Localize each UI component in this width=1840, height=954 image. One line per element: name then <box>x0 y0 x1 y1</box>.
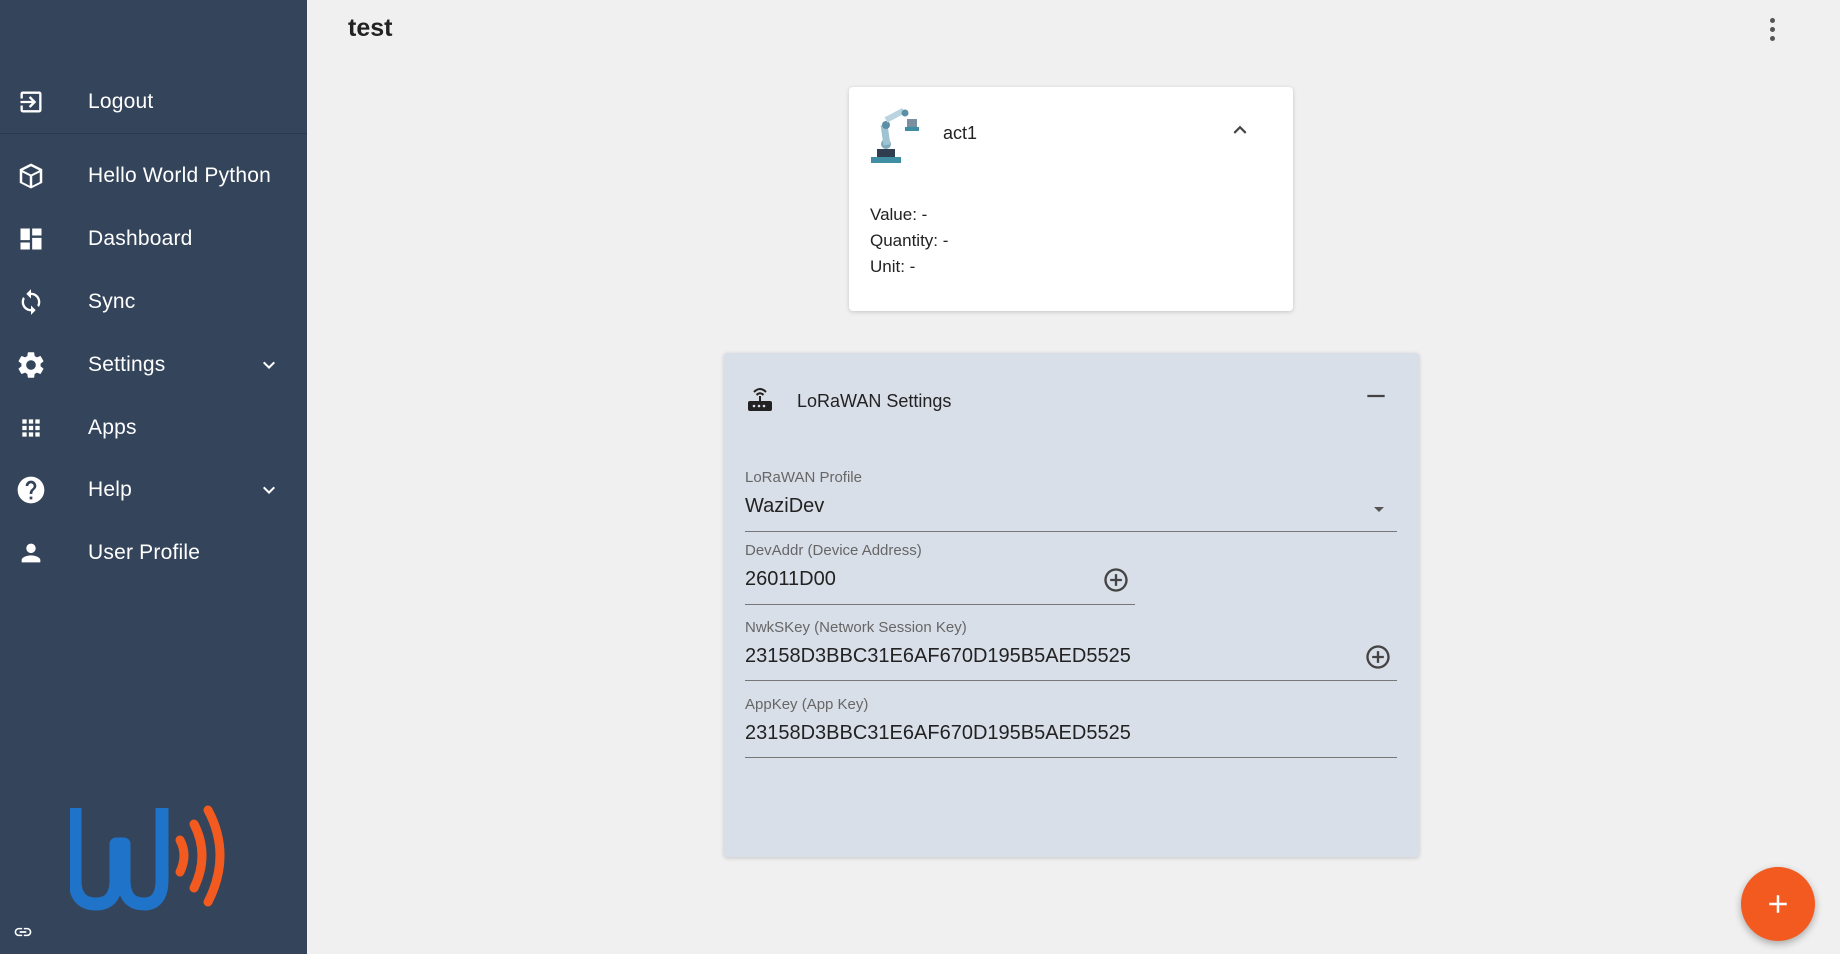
sidebar-item-user-profile[interactable]: User Profile <box>0 524 307 582</box>
sidebar-item-label: Dashboard <box>88 227 193 250</box>
sidebar-item-settings[interactable]: Settings <box>0 336 307 394</box>
field-label: NwkSKey (Network Session Key) <box>745 619 967 636</box>
sidebar-item-hello-world-python[interactable]: Hello World Python <box>0 147 307 205</box>
appkey-field[interactable]: AppKey (App Key) 23158D3BBC31E6AF670D195… <box>745 696 1397 766</box>
add-circle-icon[interactable] <box>1364 643 1392 671</box>
sidebar-item-sync[interactable]: Sync <box>0 273 307 331</box>
field-underline <box>745 604 1135 605</box>
sidebar-item-dashboard[interactable]: Dashboard <box>0 210 307 268</box>
sidebar-item-label: Settings <box>88 353 166 376</box>
sidebar-item-help[interactable]: Help <box>0 461 307 519</box>
gear-icon <box>15 349 47 381</box>
chevron-up-icon[interactable] <box>1227 117 1253 143</box>
add-circle-icon[interactable] <box>1102 566 1130 594</box>
dashboard-icon <box>15 223 47 255</box>
field-label: LoRaWAN Profile <box>745 469 862 486</box>
actuator-card: act1 Value: - Quantity: - Unit: - <box>849 87 1293 311</box>
sync-icon <box>15 286 47 318</box>
lorawan-settings-card: LoRaWAN Settings LoRaWAN Profile WaziDev… <box>724 353 1419 857</box>
link-icon[interactable] <box>10 922 36 942</box>
person-icon <box>15 537 47 569</box>
actuator-quantity: Quantity: - <box>870 231 949 250</box>
cube-icon <box>15 160 47 192</box>
chevron-down-icon[interactable] <box>257 478 281 502</box>
field-underline <box>745 531 1397 532</box>
sidebar-item-label: Logout <box>88 90 154 113</box>
plus-icon <box>1769 895 1787 913</box>
devaddr-field[interactable]: DevAddr (Device Address) 26011D00 <box>745 542 1135 612</box>
dropdown-arrow-icon[interactable] <box>1367 497 1391 521</box>
field-value[interactable]: 26011D00 <box>745 568 836 591</box>
sidebar-item-logout[interactable]: Logout <box>0 73 307 131</box>
sidebar: Logout Hello World Python Dashboard Sync… <box>0 0 307 954</box>
lorawan-title: LoRaWAN Settings <box>797 391 952 411</box>
logout-icon <box>15 86 47 118</box>
actuator-unit: Unit: - <box>870 257 916 276</box>
more-options-icon[interactable] <box>1760 14 1784 44</box>
apps-grid-icon <box>15 412 47 444</box>
sidebar-item-label: User Profile <box>88 541 201 564</box>
page-title: test <box>348 14 393 42</box>
field-value[interactable]: WaziDev <box>745 495 824 518</box>
sidebar-divider <box>0 133 307 134</box>
sidebar-item-label: Help <box>88 478 132 501</box>
field-underline <box>745 757 1397 758</box>
field-label: DevAddr (Device Address) <box>745 542 922 559</box>
field-underline <box>745 680 1397 681</box>
sidebar-item-label: Apps <box>88 416 137 439</box>
sidebar-item-apps[interactable]: Apps <box>0 399 307 457</box>
field-value[interactable]: 23158D3BBC31E6AF670D195B5AED5525 <box>745 645 1131 668</box>
lorawan-profile-select[interactable]: LoRaWAN Profile WaziDev <box>745 469 1397 539</box>
router-icon <box>748 388 772 411</box>
nwkskey-field[interactable]: NwkSKey (Network Session Key) 23158D3BBC… <box>745 619 1397 689</box>
actuator-value: Value: - <box>870 205 928 224</box>
robot-arm-icon <box>871 107 919 163</box>
field-label: AppKey (App Key) <box>745 696 869 713</box>
chevron-down-icon[interactable] <box>257 353 281 377</box>
field-value[interactable]: 23158D3BBC31E6AF670D195B5AED5525 <box>745 722 1131 745</box>
sidebar-item-label: Sync <box>88 290 136 313</box>
help-icon <box>15 474 47 506</box>
minimize-icon[interactable] <box>1363 383 1389 409</box>
actuator-name: act1 <box>943 123 978 143</box>
add-fab-button[interactable] <box>1741 867 1815 941</box>
wazigate-logo <box>70 805 225 911</box>
sidebar-item-label: Hello World Python <box>88 164 271 187</box>
